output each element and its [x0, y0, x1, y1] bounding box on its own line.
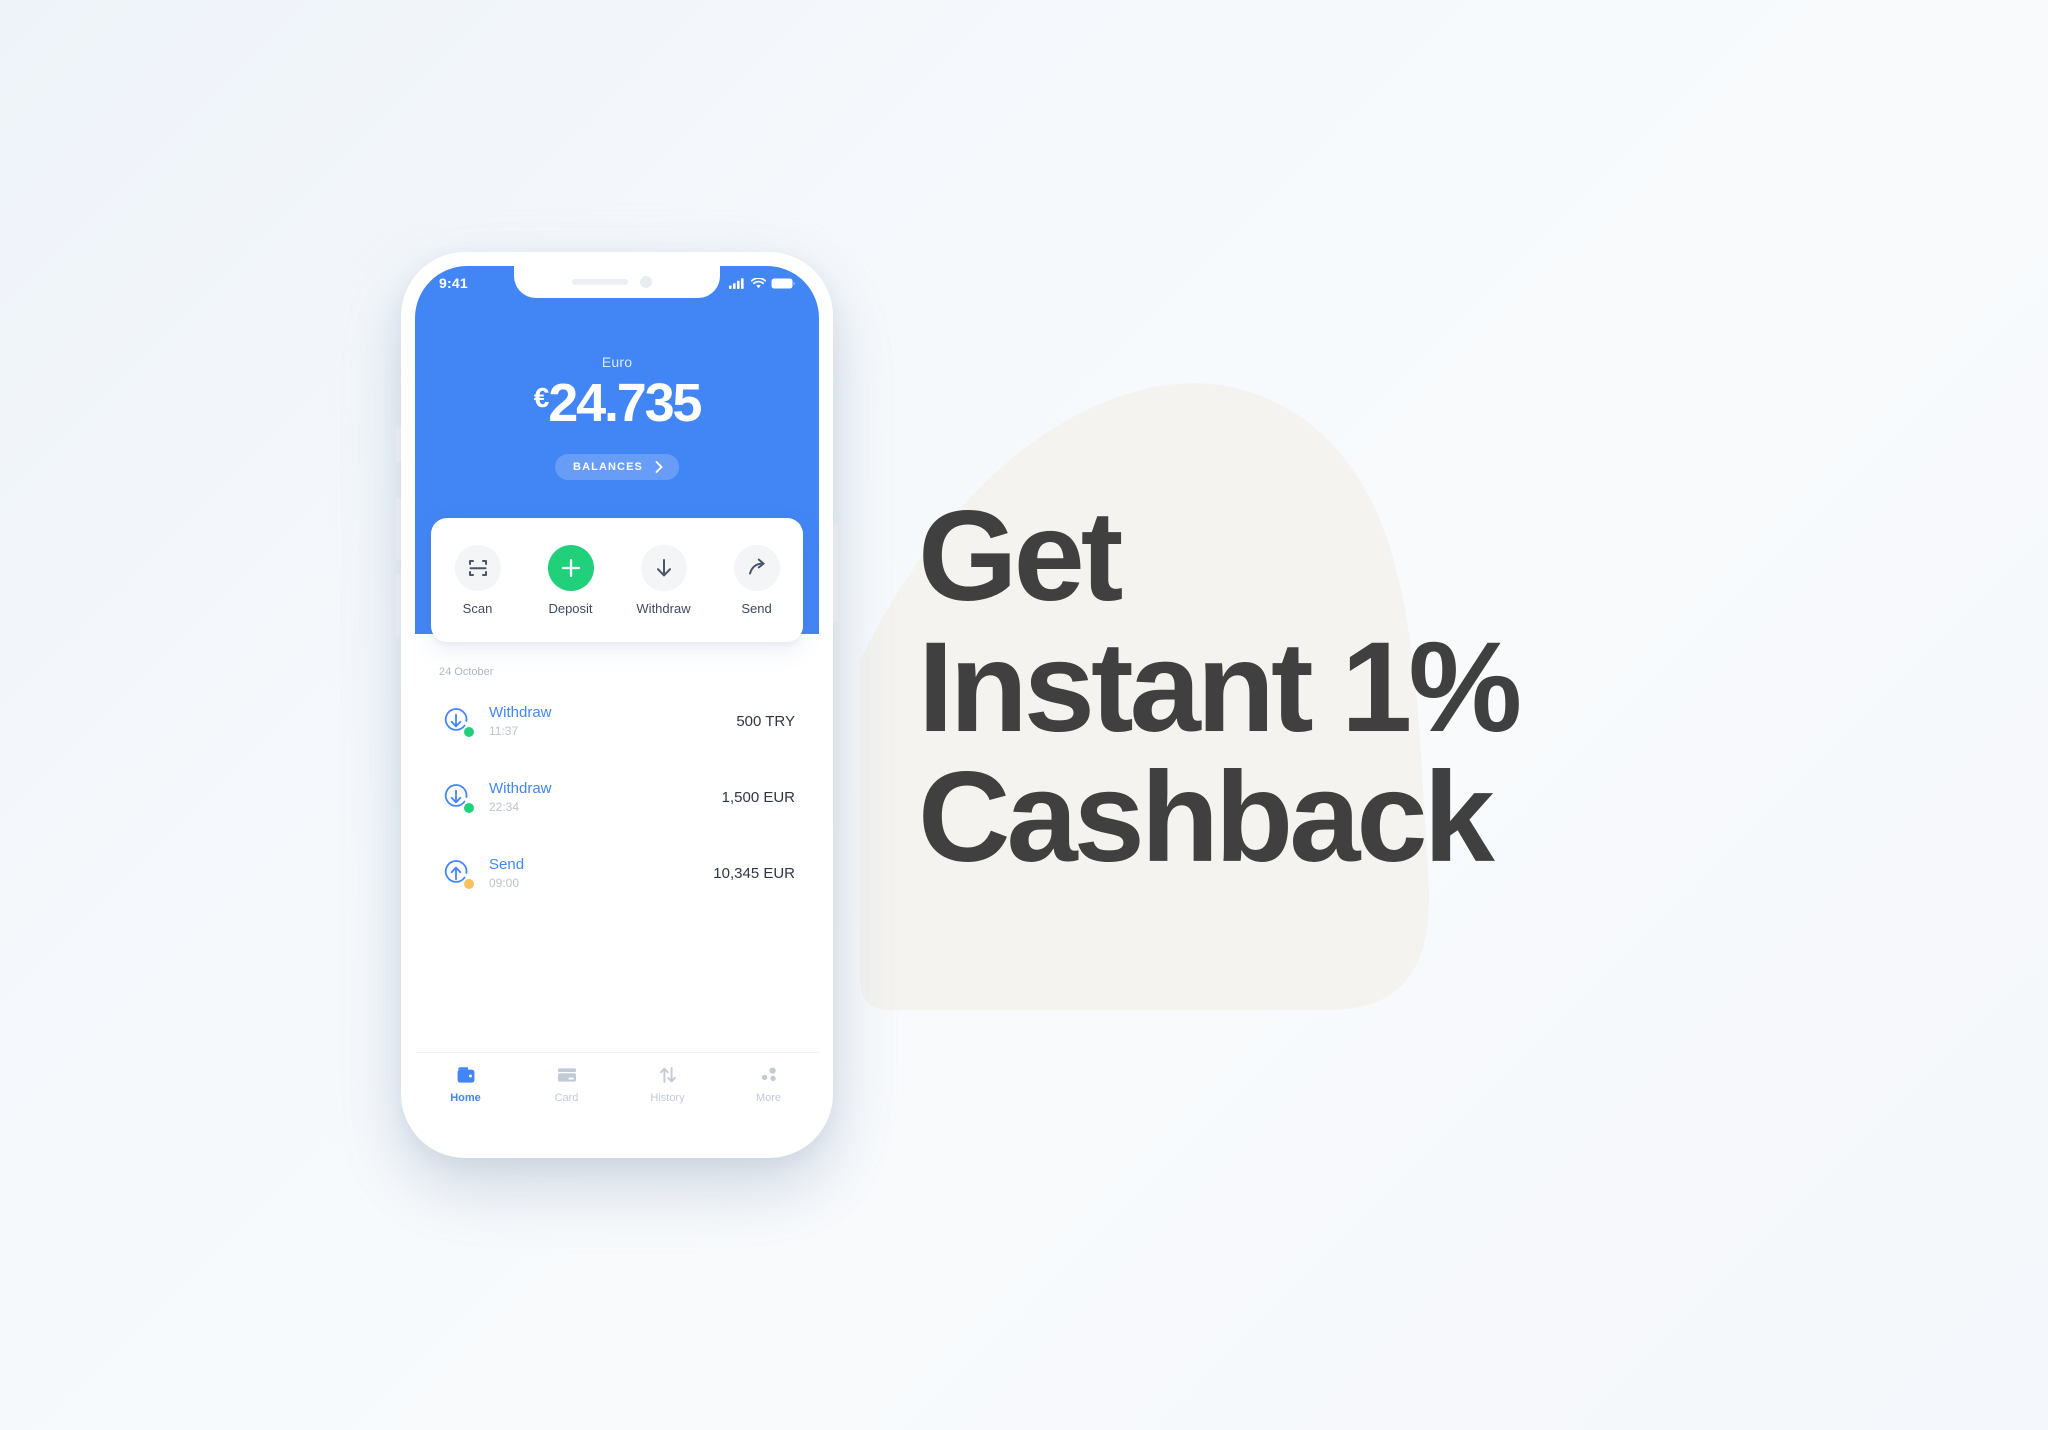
- transaction-amount: 500 TRY: [736, 712, 795, 730]
- transaction-time: 11:37: [489, 724, 519, 739]
- tab-home-label: Home: [450, 1092, 481, 1104]
- battery-icon: [771, 278, 795, 288]
- transaction-amount: 10,345 EUR: [713, 864, 795, 882]
- table-row[interactable]: Send 09:00 10,345 EUR: [439, 844, 795, 902]
- action-send-label: Send: [741, 600, 772, 616]
- status-bar-time: 9:41: [439, 275, 468, 291]
- bottom-tab-bar: Home Card History More: [415, 1052, 819, 1144]
- credit-card-icon: [557, 1068, 576, 1082]
- status-badge: [464, 727, 474, 737]
- headline-line-2: Instant 1%: [918, 615, 1522, 759]
- transaction-title: Withdraw: [489, 779, 552, 797]
- phone-body: 9:41 Euro €24.735 BALANCES Scan Deposit …: [401, 252, 833, 1158]
- balance-amount: €24.735: [415, 376, 819, 430]
- tab-card[interactable]: Card: [516, 1065, 617, 1104]
- headline-line-3: Cashback: [918, 746, 1495, 890]
- action-scan[interactable]: Scan: [439, 544, 517, 616]
- cellular-signal-icon: [729, 277, 744, 289]
- arrow-forward-icon: [748, 558, 765, 574]
- balances-button[interactable]: BALANCES: [555, 454, 679, 480]
- power-button[interactable]: [833, 524, 838, 622]
- currency-label: Euro: [601, 354, 633, 370]
- wallet-icon: [457, 1067, 474, 1083]
- transaction-time: 22:34: [489, 800, 520, 815]
- headline-line-1: Get: [918, 485, 1123, 628]
- status-bar: 9:41: [415, 266, 819, 300]
- page-title: Get Instant 1% Cashback: [918, 485, 1738, 890]
- arrow-down-icon: [656, 558, 671, 576]
- currency-symbol: €: [533, 382, 550, 413]
- transaction-title: Send: [489, 855, 525, 873]
- status-badge: [464, 803, 474, 813]
- promo-canvas: 9:41 Euro €24.735 BALANCES Scan Deposit …: [0, 0, 2048, 1430]
- action-withdraw[interactable]: Withdraw: [625, 544, 703, 616]
- table-row[interactable]: Withdraw 22:34 1,500 EUR: [439, 768, 795, 826]
- transaction-date-label: 24 October: [439, 666, 494, 678]
- phone-mockup: 9:41 Euro €24.735 BALANCES Scan Deposit …: [396, 252, 838, 1180]
- dots-more-icon: [761, 1067, 776, 1082]
- action-send[interactable]: Send: [718, 544, 796, 616]
- quick-actions-card: Scan Deposit Withdraw Send: [431, 518, 803, 642]
- tab-history[interactable]: History: [617, 1065, 718, 1104]
- tab-more[interactable]: More: [718, 1065, 819, 1104]
- transaction-list: 24 October Withdraw 11:37 500 TRY Withdr…: [415, 666, 819, 920]
- circle-arrow-down-icon: [439, 704, 474, 738]
- transaction-info: Withdraw 22:34: [489, 780, 722, 815]
- tab-history-label: History: [650, 1092, 685, 1104]
- tab-more-label: More: [755, 1092, 782, 1104]
- status-badge: [464, 879, 474, 889]
- circle-arrow-up-icon: [439, 856, 474, 890]
- chevron-right-icon: [655, 461, 663, 473]
- balances-button-label: BALANCES: [573, 461, 643, 473]
- action-deposit-label: Deposit: [548, 600, 593, 616]
- withdraw-icon-circle: [640, 544, 687, 591]
- action-deposit[interactable]: Deposit: [532, 544, 610, 616]
- table-row[interactable]: Withdraw 11:37 500 TRY: [439, 692, 795, 750]
- transaction-title: Withdraw: [489, 703, 552, 721]
- tab-home[interactable]: Home: [415, 1065, 516, 1104]
- send-icon-circle: [733, 544, 780, 591]
- scan-icon: [468, 559, 487, 576]
- scan-icon-circle: [454, 544, 501, 591]
- wifi-icon: [751, 277, 766, 288]
- action-scan-label: Scan: [462, 600, 493, 616]
- transaction-time: 09:00: [489, 876, 520, 891]
- transaction-amount: 1,500 EUR: [721, 788, 795, 806]
- deposit-icon-circle: [547, 544, 594, 591]
- plus-icon: [561, 558, 580, 577]
- transaction-info: Withdraw 11:37: [489, 704, 736, 739]
- action-withdraw-label: Withdraw: [636, 600, 691, 616]
- phone-screen: 9:41 Euro €24.735 BALANCES Scan Deposit …: [415, 266, 819, 1144]
- circle-arrow-down-icon: [439, 780, 474, 814]
- transaction-info: Send 09:00: [489, 856, 713, 891]
- tab-card-label: Card: [554, 1092, 579, 1104]
- status-bar-icons: [729, 277, 795, 289]
- balance-value: 24.735: [548, 373, 702, 433]
- exchange-arrows-icon: [659, 1067, 676, 1083]
